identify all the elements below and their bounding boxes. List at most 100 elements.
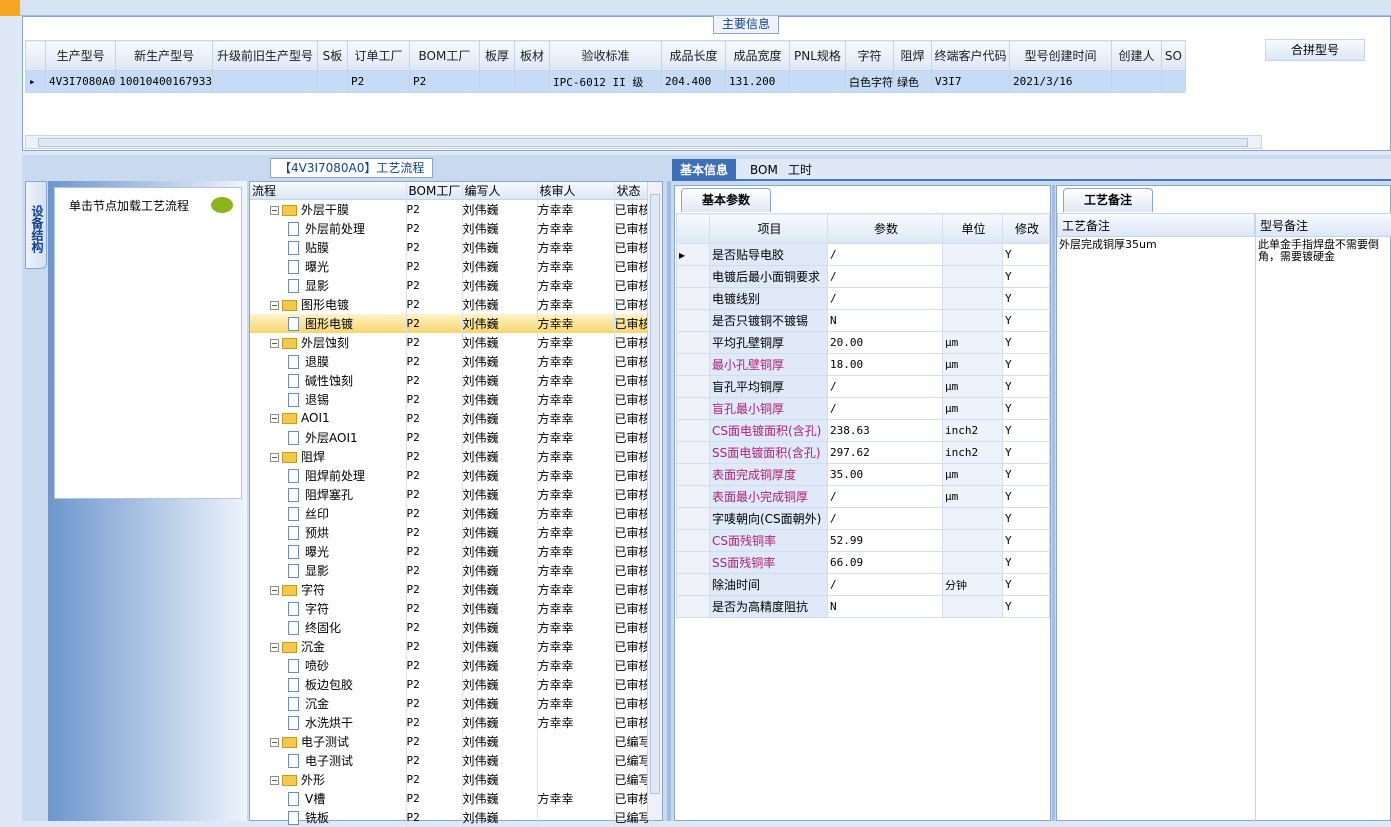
flow-tree-row[interactable]: 沉金 P2 刘伟巍 方幸幸 已审核 bbox=[250, 693, 653, 713]
flow-tree-row[interactable]: 显影 P2 刘伟巍 方幸幸 已审核 bbox=[250, 560, 653, 580]
flow-tree-row[interactable]: 阻焊前处理 P2 刘伟巍 方幸幸 已审核 bbox=[250, 465, 653, 485]
table-cell[interactable]: 4V3I7080A0 bbox=[44, 70, 117, 93]
param-modify[interactable]: Y bbox=[1002, 463, 1050, 486]
table-cell[interactable]: IPC-6012 II 级 bbox=[548, 70, 662, 93]
tab-basic-info[interactable]: 基本信息 bbox=[672, 159, 737, 181]
table-cell[interactable] bbox=[1110, 70, 1162, 93]
param-row[interactable]: 电镀线别 / Y bbox=[676, 287, 1050, 310]
param-row[interactable]: 是否只镀铜不镀锡 N Y bbox=[676, 309, 1050, 332]
expand-toggle-icon[interactable]: − bbox=[270, 300, 279, 310]
param-value[interactable]: / bbox=[827, 265, 943, 288]
expand-toggle-icon[interactable]: − bbox=[270, 414, 279, 423]
flow-node[interactable]: − 沉金 bbox=[250, 636, 407, 656]
flow-node[interactable]: − 电子测试 bbox=[250, 731, 407, 751]
flow-node[interactable]: 板边包胶 bbox=[250, 674, 407, 694]
flow-tree-row[interactable]: − 图形电镀 P2 刘伟巍 方幸幸 已审核 bbox=[250, 294, 653, 314]
param-row[interactable]: SS面残铜率 66.09 Y bbox=[676, 551, 1050, 574]
column-header[interactable]: PNL规格 bbox=[788, 40, 846, 71]
param-row[interactable]: 是否为高精度阻抗 N Y bbox=[676, 595, 1050, 618]
table-cell[interactable] bbox=[513, 70, 550, 93]
flow-column-header[interactable]: 编写人 bbox=[462, 182, 538, 200]
flow-tree-row[interactable]: 贴膜 P2 刘伟巍 方幸幸 已审核 bbox=[250, 237, 653, 257]
param-value[interactable]: / bbox=[827, 573, 943, 596]
flow-tree-row[interactable]: 显影 P2 刘伟巍 方幸幸 已审核 bbox=[250, 275, 653, 295]
param-modify[interactable]: Y bbox=[1002, 573, 1050, 596]
column-header[interactable]: 新生产型号 bbox=[115, 40, 213, 71]
flow-node[interactable]: 外层前处理 bbox=[250, 218, 407, 238]
flow-tree-row[interactable]: 铣板 P2 刘伟巍 已编写 bbox=[250, 807, 653, 827]
flow-tree-row[interactable]: 外层AOI1 P2 刘伟巍 方幸幸 已审核 bbox=[250, 427, 653, 447]
flow-node[interactable]: 碱性蚀刻 bbox=[250, 370, 407, 390]
param-modify[interactable]: Y bbox=[1002, 243, 1050, 266]
expand-toggle-icon[interactable]: − bbox=[270, 205, 279, 215]
param-value[interactable]: 66.09 bbox=[827, 551, 943, 574]
flow-tree-row[interactable]: 丝印 P2 刘伟巍 方幸幸 已审核 bbox=[250, 503, 653, 523]
flow-tree-row[interactable]: 曝光 P2 刘伟巍 方幸幸 已审核 bbox=[250, 541, 653, 561]
flow-node[interactable]: − 外层干膜 bbox=[250, 199, 407, 219]
param-modify[interactable]: Y bbox=[1002, 485, 1050, 508]
flow-column-header[interactable]: 核审人 bbox=[537, 182, 615, 200]
param-modify[interactable]: Y bbox=[1002, 265, 1050, 288]
flow-tree-row[interactable]: 终固化 P2 刘伟巍 方幸幸 已审核 bbox=[250, 617, 653, 637]
param-row[interactable]: 电镀后最小面铜要求 / Y bbox=[676, 265, 1050, 288]
flow-node[interactable]: − 阻焊 bbox=[250, 446, 407, 466]
column-header[interactable]: 字符 bbox=[844, 40, 894, 71]
flow-node[interactable]: 喷砂 bbox=[250, 655, 407, 675]
table-cell[interactable] bbox=[211, 70, 318, 93]
flow-node[interactable]: 外层AOI1 bbox=[250, 427, 407, 447]
flow-tree-row[interactable]: 水洗烘干 P2 刘伟巍 方幸幸 已审核 bbox=[250, 712, 653, 732]
param-column-header[interactable]: 项目 bbox=[709, 213, 828, 244]
flow-vscrollbar[interactable] bbox=[647, 182, 662, 820]
flow-node[interactable]: 阻焊前处理 bbox=[250, 465, 407, 485]
flow-tree-row[interactable]: − 外层蚀刻 P2 刘伟巍 方幸幸 已审核 bbox=[250, 332, 653, 352]
column-header[interactable]: SO bbox=[1160, 40, 1186, 71]
flow-node[interactable]: 图形电镀 bbox=[250, 313, 407, 333]
process-note-text[interactable]: 外层完成铜厚35um bbox=[1057, 237, 1255, 253]
flow-tree-row[interactable]: − AOI1 P2 刘伟巍 方幸幸 已审核 bbox=[250, 408, 653, 428]
param-modify[interactable]: Y bbox=[1002, 551, 1050, 574]
column-header[interactable]: S板 bbox=[316, 40, 348, 71]
flow-tree-row[interactable]: − 沉金 P2 刘伟巍 方幸幸 已审核 bbox=[250, 636, 653, 656]
table-cell[interactable]: 绿色 bbox=[892, 70, 932, 93]
expand-toggle-icon[interactable]: − bbox=[270, 642, 279, 652]
param-value[interactable]: 297.62 bbox=[827, 441, 943, 464]
column-header[interactable]: 板厚 bbox=[478, 40, 515, 71]
merge-column-header[interactable]: 合拼型号 bbox=[1265, 39, 1365, 61]
flow-tree-row[interactable]: − 阻焊 P2 刘伟巍 方幸幸 已审核 bbox=[250, 446, 653, 466]
param-row[interactable]: 最小孔壁铜厚 18.00 μm Y bbox=[676, 353, 1050, 376]
param-row[interactable]: CS面残铜率 52.99 Y bbox=[676, 529, 1050, 552]
param-value[interactable]: 20.00 bbox=[827, 331, 943, 354]
column-header[interactable]: BOM工厂 bbox=[408, 40, 480, 71]
flow-node[interactable]: 阻焊塞孔 bbox=[250, 484, 407, 504]
flow-node[interactable]: − 外形 bbox=[250, 769, 407, 789]
flow-node[interactable]: 显影 bbox=[250, 560, 407, 580]
param-modify[interactable]: Y bbox=[1002, 441, 1050, 464]
param-modify[interactable]: Y bbox=[1002, 419, 1050, 442]
column-header[interactable]: 终端客户代码 bbox=[930, 40, 1010, 71]
tab-basic-params[interactable]: 基本参数 bbox=[681, 188, 772, 212]
column-header[interactable]: 创建人 bbox=[1110, 40, 1162, 71]
param-modify[interactable]: Y bbox=[1002, 595, 1050, 618]
column-header[interactable]: 板材 bbox=[513, 40, 550, 71]
param-row[interactable]: SS面电镀面积(含孔) 297.62 inch2 Y bbox=[676, 441, 1050, 464]
hscroll-thumb[interactable] bbox=[38, 138, 1248, 147]
column-header[interactable]: 阻焊 bbox=[892, 40, 932, 71]
param-modify[interactable]: Y bbox=[1002, 529, 1050, 552]
flow-tree-row[interactable]: 退膜 P2 刘伟巍 方幸幸 已审核 bbox=[250, 351, 653, 371]
param-column-header[interactable]: 单位 bbox=[942, 213, 1003, 244]
param-modify[interactable]: Y bbox=[1002, 397, 1050, 420]
flow-column-header[interactable]: 流程 bbox=[250, 182, 407, 200]
param-row[interactable]: 盲孔平均铜厚 / μm Y bbox=[676, 375, 1050, 398]
equipment-structure-tab[interactable]: 设备结构 bbox=[25, 181, 47, 269]
param-row[interactable]: 表面完成铜厚度 35.00 μm Y bbox=[676, 463, 1050, 486]
param-value[interactable]: 35.00 bbox=[827, 463, 943, 486]
flow-node[interactable]: 贴膜 bbox=[250, 237, 407, 257]
param-modify[interactable]: Y bbox=[1002, 287, 1050, 310]
flow-node[interactable]: 显影 bbox=[250, 275, 407, 295]
flow-node[interactable]: 电子测试 bbox=[250, 750, 407, 770]
param-value[interactable]: 52.99 bbox=[827, 529, 943, 552]
table-cell[interactable]: P2 bbox=[346, 70, 410, 93]
param-row[interactable]: 平均孔壁铜厚 20.00 μm Y bbox=[676, 331, 1050, 354]
param-modify[interactable]: Y bbox=[1002, 331, 1050, 354]
flow-tree-row[interactable]: 外层前处理 P2 刘伟巍 方幸幸 已审核 bbox=[250, 218, 653, 238]
